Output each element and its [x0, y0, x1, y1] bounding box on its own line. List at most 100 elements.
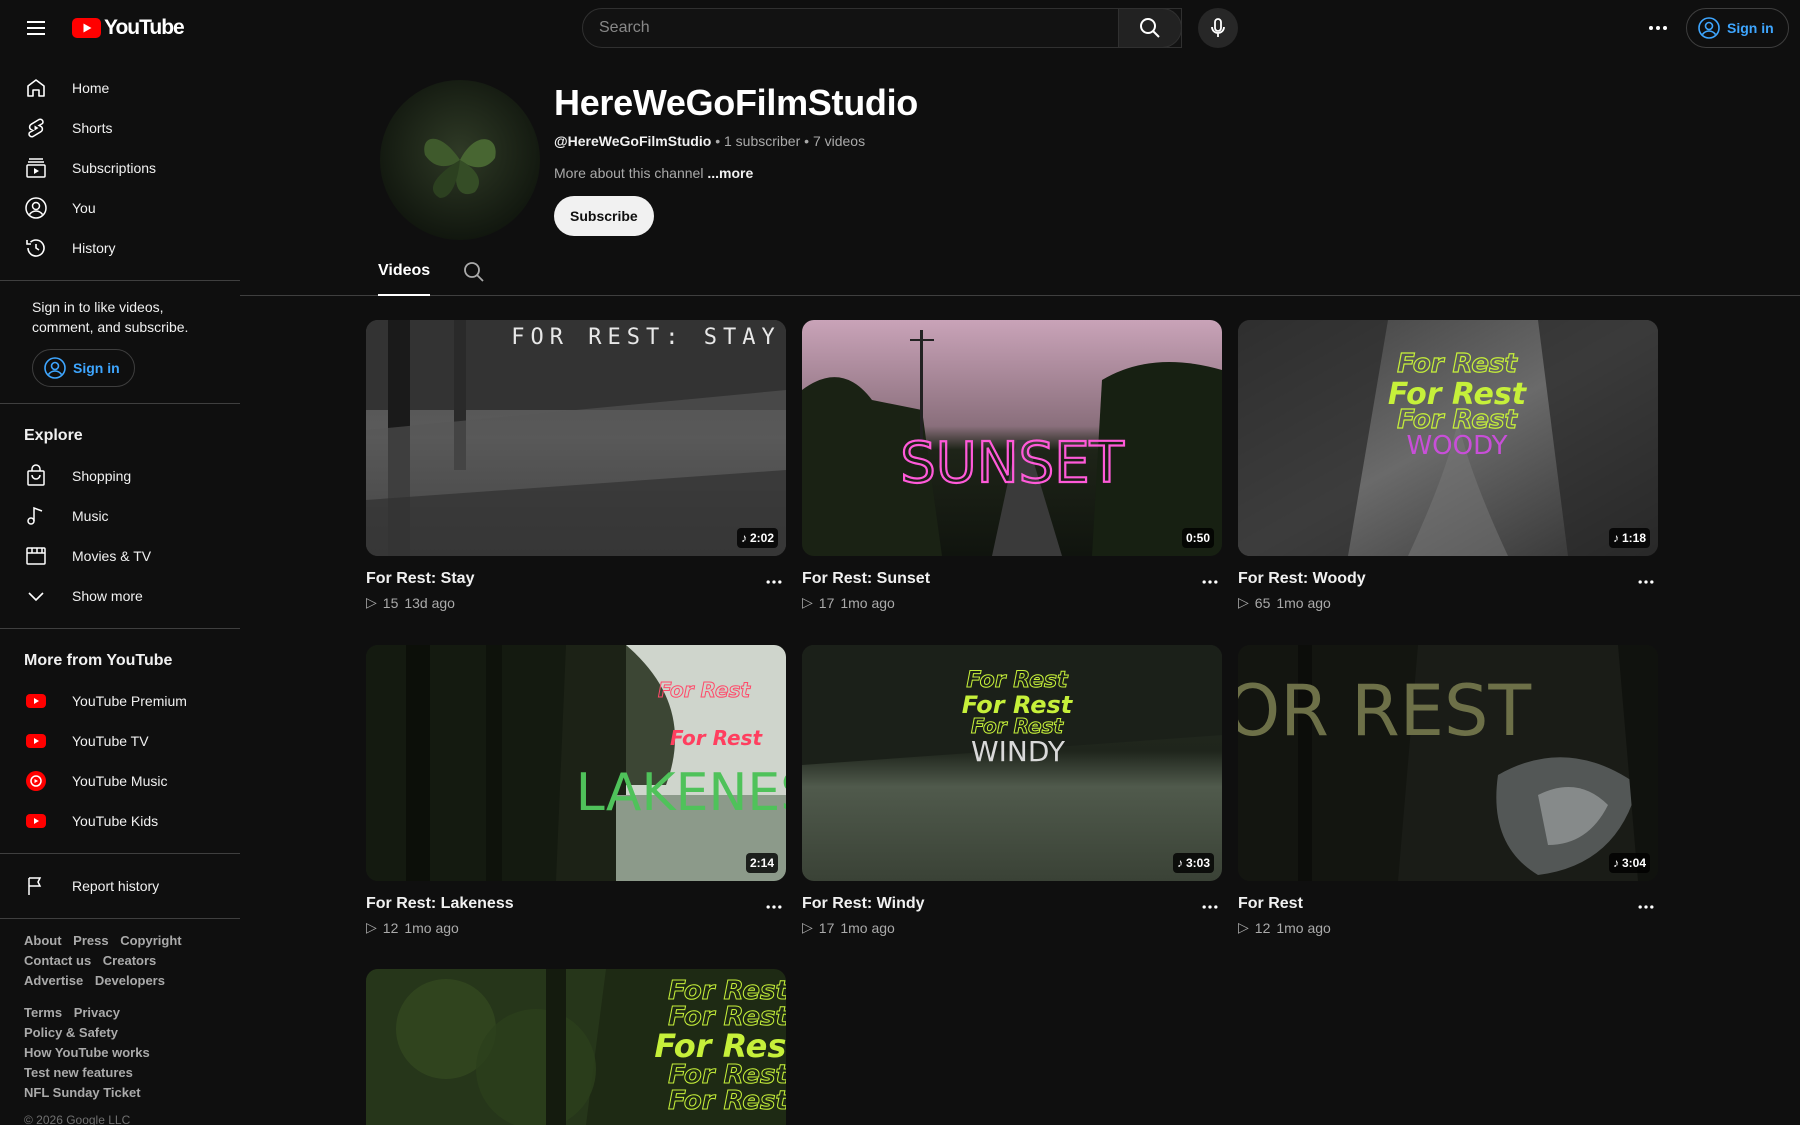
menu-icon[interactable]: [16, 8, 56, 48]
settings-more-button[interactable]: [1638, 8, 1678, 48]
channel-search-button[interactable]: [462, 260, 486, 284]
sidebar-item-home[interactable]: Home: [0, 68, 240, 108]
video-meta: ▷ 12 1mo ago: [1238, 919, 1658, 936]
video-action-menu[interactable]: [762, 570, 786, 594]
video-title[interactable]: For Rest: Stay: [366, 570, 786, 588]
video-action-menu[interactable]: [762, 895, 786, 919]
sidebar-item-show-more[interactable]: Show more: [0, 576, 240, 616]
video-card[interactable]: For Rest For Rest For Rest For Rest For …: [366, 969, 786, 1125]
footer-link-contact-us[interactable]: Contact us: [24, 953, 91, 968]
logo-text: YouTube: [104, 16, 185, 39]
svg-text:For Rest: For Rest: [668, 1086, 786, 1116]
video-meta: ▷ 17 1mo ago: [802, 594, 1222, 611]
sidebar-item-youtube-music[interactable]: YouTube Music: [0, 761, 240, 801]
sidebar-item-youtube-kids[interactable]: YouTube Kids: [0, 801, 240, 841]
sidebar-item-you[interactable]: You: [0, 188, 240, 228]
copyright-text: © 2026 Google LLC: [24, 1113, 131, 1125]
video-thumbnail[interactable]: For Rest For Rest For Rest WINDY ♪ 3:03: [802, 645, 1222, 881]
footer-link-developers[interactable]: Developers: [95, 973, 165, 988]
video-thumbnail[interactable]: SUNSET 0:50: [802, 320, 1222, 556]
more-horizontal-icon: [1649, 26, 1667, 30]
video-action-menu[interactable]: [1634, 570, 1658, 594]
youtube-tv-icon: [26, 734, 46, 748]
video-card[interactable]: SUNSET 0:50 For Rest: Sunset ▷ 17 1mo ag…: [802, 320, 1222, 611]
upload-age: 1mo ago: [840, 594, 895, 611]
channel-meta: @HereWeGoFilmStudio • 1 subscriber • 7 v…: [554, 133, 865, 149]
sign-in-button[interactable]: Sign in: [1686, 8, 1789, 48]
video-card[interactable]: For Rest For Rest For Rest WOODY ♪ 1:18 F…: [1238, 320, 1658, 611]
sidebar-item-label: Home: [72, 80, 110, 96]
video-title[interactable]: For Rest: Sunset: [802, 570, 1222, 588]
upload-age: 1mo ago: [1276, 919, 1331, 936]
channel-handle: @HereWeGoFilmStudio: [554, 133, 712, 149]
youtube-logo[interactable]: YouTube: [72, 16, 185, 40]
video-thumbnail[interactable]: FOR REST: STAY ♪ 2:02: [366, 320, 786, 556]
sidebar-item-music[interactable]: Music: [0, 496, 240, 536]
video-title[interactable]: For Rest: Lakeness: [366, 895, 786, 913]
video-meta: ▷ 65 1mo ago: [1238, 594, 1658, 611]
svg-text:For Rest: For Rest: [1397, 349, 1518, 379]
footer-link-nfl-sunday-ticket[interactable]: NFL Sunday Ticket: [24, 1085, 141, 1100]
channel-about-more[interactable]: ...more: [707, 165, 753, 181]
footer-link-copyright[interactable]: Copyright: [120, 933, 181, 948]
footer-link-press[interactable]: Press: [73, 933, 108, 948]
thumbnail-overlay-text: LAKENESS: [576, 763, 786, 823]
play-count-icon: ▷: [366, 919, 377, 935]
video-action-menu[interactable]: [1198, 570, 1222, 594]
subscriber-count: 1 subscriber: [723, 133, 801, 149]
footer-link-policy-safety[interactable]: Policy & Safety: [24, 1025, 118, 1040]
footer-link-creators[interactable]: Creators: [103, 953, 156, 968]
sidebar-item-movies-tv[interactable]: Movies & TV: [0, 536, 240, 576]
video-title[interactable]: For Rest: [1238, 895, 1658, 913]
sidebar-item-shopping[interactable]: Shopping: [0, 456, 240, 496]
video-meta: ▷ 12 1mo ago: [366, 919, 786, 936]
footer-link-about[interactable]: About: [24, 933, 62, 948]
sidebar-item-subscriptions[interactable]: Subscriptions: [0, 148, 240, 188]
sidebar-item-youtube-premium[interactable]: YouTube Premium: [0, 681, 240, 721]
sidebar-sign-in-button[interactable]: Sign in: [32, 349, 135, 387]
video-thumbnail[interactable]: For Rest For Rest For Rest For Rest For …: [366, 969, 786, 1125]
video-card[interactable]: For Rest For Rest LAKENESS 2:14 For Rest…: [366, 645, 786, 936]
video-card[interactable]: For Rest For Rest For Rest WINDY ♪ 3:03 F…: [802, 645, 1222, 936]
video-action-menu[interactable]: [1198, 895, 1222, 919]
footer-link-privacy[interactable]: Privacy: [74, 1005, 120, 1020]
duration-text: 1:18: [1621, 531, 1646, 545]
sidebar-item-shorts[interactable]: Shorts: [0, 108, 240, 148]
search-input[interactable]: [599, 9, 1165, 47]
channel-about-text: More about this channel: [554, 165, 704, 181]
voice-search-button[interactable]: [1198, 8, 1238, 48]
video-thumbnail[interactable]: For Rest For Rest For Rest WOODY ♪ 1:18: [1238, 320, 1658, 556]
search-box[interactable]: [582, 8, 1182, 48]
signin-prompt-block: Sign in to like videos, comment, and sub…: [0, 293, 240, 387]
search-button[interactable]: [1118, 8, 1182, 48]
sidebar-item-report-history[interactable]: Report history: [0, 866, 240, 906]
upload-age: 1mo ago: [1276, 594, 1331, 611]
duration-text: 2:02: [749, 531, 774, 545]
explore-title: Explore: [24, 427, 83, 444]
video-thumbnail[interactable]: For Rest For Rest LAKENESS 2:14: [366, 645, 786, 881]
channel-about[interactable]: More about this channel ...more: [554, 165, 753, 181]
video-title[interactable]: For Rest: Windy: [802, 895, 1222, 913]
sidebar-item-youtube-tv[interactable]: YouTube TV: [0, 721, 240, 761]
video-thumbnail[interactable]: FOR REST ♪3:04: [1238, 645, 1658, 881]
video-meta: ▷ 17 1mo ago: [802, 919, 1222, 936]
footer-link-how-youtube-works[interactable]: How YouTube works: [24, 1045, 150, 1060]
thumbnail-overlay-text: SUNSET: [900, 431, 1124, 496]
sidebar-item-history[interactable]: History: [0, 228, 240, 268]
tab-videos[interactable]: Videos: [378, 262, 431, 296]
svg-text:For Rest: For Rest: [966, 668, 1069, 693]
video-title[interactable]: For Rest: Woody: [1238, 570, 1658, 588]
subscribe-button[interactable]: Subscribe: [554, 196, 654, 236]
shopping-bag-icon: [27, 464, 45, 486]
footer-link-test-new-features[interactable]: Test new features: [24, 1065, 133, 1080]
video-action-menu[interactable]: [1634, 895, 1658, 919]
video-card[interactable]: FOR REST ♪3:04 For Rest ▷ 12 1mo ago: [1238, 645, 1658, 936]
footer-link-advertise[interactable]: Advertise: [24, 973, 83, 988]
more-horizontal-icon: [766, 905, 782, 909]
view-count: 12: [382, 919, 399, 936]
video-card[interactable]: FOR REST: STAY ♪ 2:02 For Rest: Stay ▷ 15…: [366, 320, 786, 611]
sidebar-item-label: Subscriptions: [72, 160, 157, 176]
footer-link-terms[interactable]: Terms: [24, 1005, 62, 1020]
signin-prompt-text: Sign in to like videos, comment, and sub…: [32, 299, 189, 335]
footer-links-primary: About Press Copyright Contact us Creator…: [0, 931, 240, 991]
